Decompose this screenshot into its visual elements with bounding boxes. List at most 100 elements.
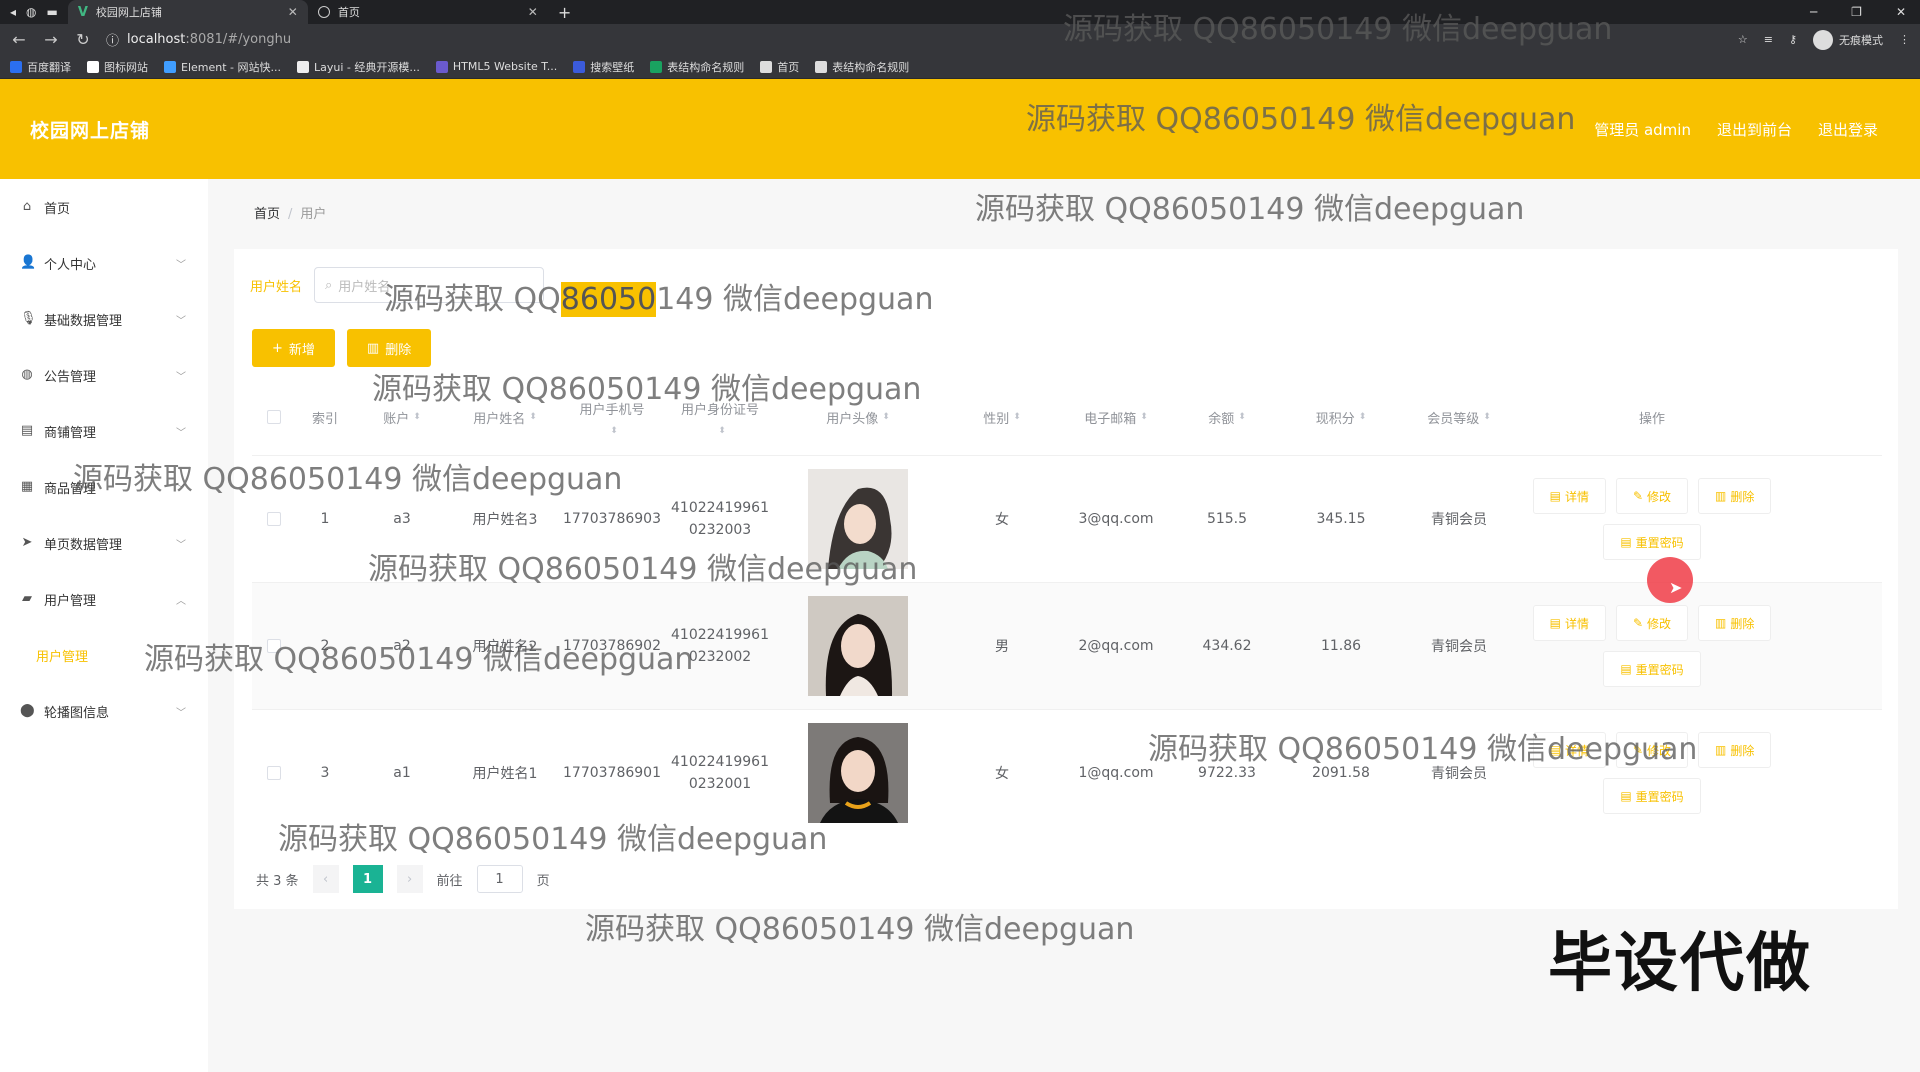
window-left-controls: ◂ ◍ ▬	[0, 0, 68, 24]
bookmark-item[interactable]: HTML5 Website T...	[435, 60, 557, 73]
url-path: :8081/#/yonghu	[185, 32, 292, 47]
bookmark-item[interactable]: 搜索壁纸	[573, 59, 634, 75]
close-icon[interactable]: ✕	[528, 5, 538, 19]
close-window-icon[interactable]: ✕	[1896, 5, 1906, 19]
sidebar-item[interactable]: ◍ 公告管理 ﹀	[0, 347, 208, 403]
header-email[interactable]: 电子邮箱 ⬍	[1064, 408, 1168, 427]
row-delete-button[interactable]: ▥ 删除	[1698, 605, 1772, 641]
edit-button[interactable]: ✎ 修改	[1615, 605, 1689, 641]
bookmark-item[interactable]: 表结构命名规则	[815, 59, 909, 75]
bookmark-label: 图标网站	[104, 60, 148, 74]
reset-password-button-label: 重置密码	[1635, 789, 1684, 804]
header-points[interactable]: 现积分 ⬍	[1286, 408, 1396, 427]
info-icon[interactable]: ⓘ	[106, 30, 119, 49]
row-delete-button[interactable]: ▥ 删除	[1698, 478, 1772, 514]
bookmark-item[interactable]: 首页	[760, 59, 799, 75]
search-input[interactable]: ⌕ 用户姓名	[314, 267, 545, 303]
header-balance[interactable]: 余额 ⬍	[1168, 408, 1286, 427]
user-table: 索引 账户 ⬍ 用户姓名 ⬍ 用户手机号 ⬍ 用户身份证号 ⬍ 用户头像 ⬍ 性别 ⬍ 电子…	[252, 379, 1882, 836]
tab-active[interactable]: V 校园网上店铺 ✕	[67, 0, 308, 24]
header-level[interactable]: 会员等级 ⬍	[1396, 408, 1522, 427]
minimize-icon[interactable]: ─	[1810, 5, 1817, 19]
edit-button[interactable]: ✎ 修改	[1615, 478, 1689, 514]
idcard-line: 41022419961	[671, 754, 769, 770]
sidebar-item[interactable]: ▦ 商品管理 ﹀	[0, 459, 208, 515]
page-number-active[interactable]: 1	[352, 865, 383, 893]
reset-password-button[interactable]: ▤ 重置密码	[1603, 524, 1701, 560]
reset-password-button[interactable]: ▤ 重置密码	[1603, 651, 1701, 687]
new-tab-button[interactable]: +	[548, 0, 581, 24]
sidebar-item-label: 轮播图信息	[44, 705, 110, 721]
cell-balance: 515.5	[1206, 511, 1248, 527]
sidebar-item[interactable]: ▤ 商铺管理 ﹀	[0, 403, 208, 459]
forward-icon[interactable]: →	[42, 30, 60, 49]
cell-account: a3	[393, 511, 411, 527]
breadcrumb-home[interactable]: 首页	[254, 207, 280, 222]
sidebar-subitem-user-management[interactable]: 用户管理	[0, 627, 208, 683]
incognito-badge[interactable]: 无痕模式	[1813, 29, 1883, 50]
avatar[interactable]	[808, 596, 908, 696]
bookmark-item[interactable]: Element - 网站快...	[164, 59, 281, 75]
tab-inactive[interactable]: 首页 ✕	[308, 0, 548, 24]
bookmark-item[interactable]: 图标网站	[87, 59, 148, 75]
edit-button[interactable]: ✎ 修改	[1615, 732, 1689, 768]
edit-button-label: 修改	[1647, 743, 1672, 758]
speaker-icon[interactable]: ◂	[10, 5, 16, 19]
avatar[interactable]	[808, 469, 908, 569]
close-icon[interactable]: ✕	[288, 5, 298, 19]
logout-link[interactable]: 退出登录	[1818, 119, 1878, 140]
row-delete-button-label: 删除	[1730, 743, 1755, 758]
detail-button[interactable]: ▤ 详情	[1532, 605, 1606, 641]
globe-icon[interactable]: ◍	[26, 5, 36, 19]
header-phone[interactable]: 用户手机号 ⬍	[560, 399, 664, 436]
restore-icon[interactable]: ❐	[1851, 5, 1862, 19]
bookmark-item[interactable]: 表结构命名规则	[650, 59, 744, 75]
header-checkbox-cell	[252, 410, 296, 424]
more-menu-icon[interactable]: ⋮	[1899, 33, 1910, 46]
sidebar-item[interactable]: ➤ 单页数据管理 ﹀	[0, 515, 208, 571]
next-page-icon[interactable]: ›	[396, 865, 423, 893]
sidebar-item[interactable]: ⬤ 轮播图信息 ﹀	[0, 683, 208, 739]
header-account[interactable]: 账户 ⬍	[354, 408, 450, 427]
avatar[interactable]	[808, 723, 908, 823]
detail-button[interactable]: ▤ 详情	[1532, 732, 1606, 768]
idcard-line: 0232001	[688, 776, 752, 792]
add-button[interactable]: + 新增	[252, 329, 335, 367]
sidebar-item[interactable]: ⌂ 首页	[0, 179, 208, 235]
header-avatar[interactable]: 用户头像 ⬍	[776, 408, 940, 427]
bookmark-item[interactable]: Layui - 经典开源模...	[297, 59, 420, 75]
header-idcard[interactable]: 用户身份证号 ⬍	[664, 399, 776, 436]
back-icon[interactable]: ←	[10, 30, 28, 49]
header-sex[interactable]: 性别 ⬍	[940, 408, 1064, 427]
star-icon[interactable]: ☆	[1738, 33, 1748, 46]
bookmark-item[interactable]: 百度翻译	[10, 59, 71, 75]
detail-button[interactable]: ▤ 详情	[1532, 478, 1606, 514]
key-icon[interactable]: ⚷	[1789, 33, 1797, 46]
delete-button[interactable]: ▥ 删除	[346, 329, 432, 367]
chevron-down-icon: ﹀	[176, 315, 186, 327]
go-front-link[interactable]: 退出到前台	[1717, 119, 1792, 140]
prev-page-icon[interactable]: ‹	[312, 865, 339, 893]
row-checkbox[interactable]	[267, 512, 281, 526]
chevron-down-icon: ﹀	[176, 483, 186, 495]
row-checkbox[interactable]	[267, 766, 281, 780]
playlist-icon[interactable]: ≡	[1764, 33, 1773, 46]
reload-icon[interactable]: ↻	[74, 30, 92, 49]
table-body: 1 a3 用户姓名3 17703786903 41022419961 0232003 女 3@…	[252, 455, 1882, 836]
sidebar-item[interactable]: ▰ 用户管理 ︿	[0, 571, 208, 627]
url-field[interactable]: ⓘ localhost:8081/#/yonghu	[106, 30, 1724, 49]
sidebar-item[interactable]: 👤 个人中心 ﹀	[0, 235, 208, 291]
row-delete-button[interactable]: ▥ 删除	[1698, 732, 1772, 768]
row-checkbox[interactable]	[267, 639, 281, 653]
select-all-checkbox[interactable]	[267, 410, 281, 424]
goto-page-input[interactable]: 1	[476, 865, 523, 893]
tab-title: 校园网上店铺	[95, 6, 162, 19]
reset-password-button[interactable]: ▤ 重置密码	[1603, 778, 1701, 814]
pencil-icon: ✎	[1632, 616, 1644, 630]
grid-icon: ▦	[20, 479, 34, 494]
reset-password-button-label: 重置密码	[1635, 535, 1684, 550]
header-name[interactable]: 用户姓名 ⬍	[450, 408, 560, 427]
window-icon[interactable]: ▬	[47, 5, 58, 19]
sidebar-item[interactable]: 🎙 基础数据管理 ﹀	[0, 291, 208, 347]
incognito-icon	[1813, 29, 1833, 50]
